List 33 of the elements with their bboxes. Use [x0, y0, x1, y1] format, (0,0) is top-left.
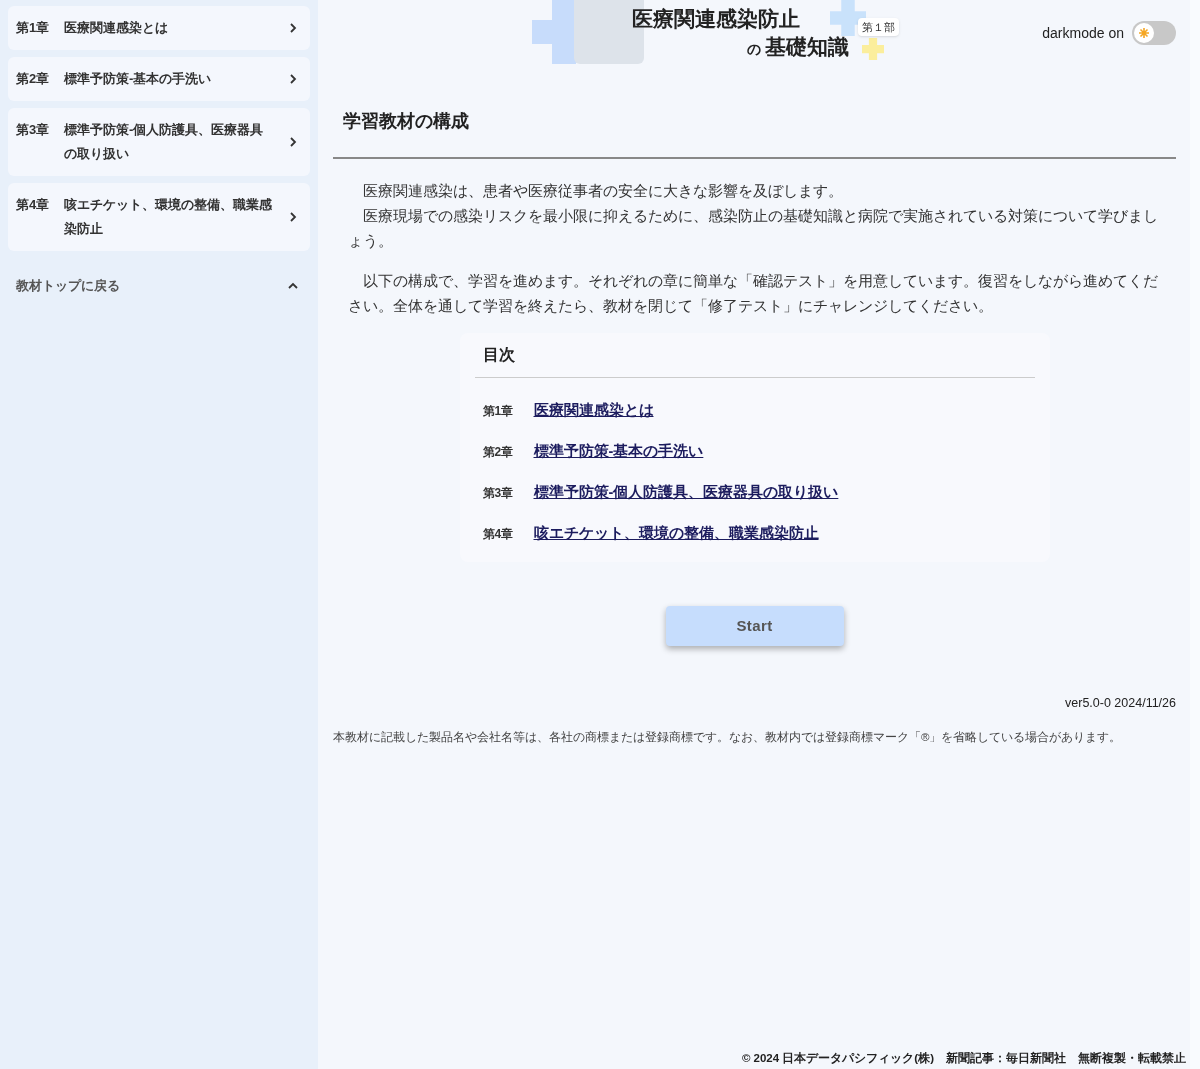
chevron-right-icon	[288, 211, 298, 223]
chapter-nav-item[interactable]: 第3章 標準予防策-個人防護具、医療器具の取り扱い	[8, 108, 310, 176]
chapter-nav-item[interactable]: 第4章 咳エチケット、環境の整備、職業感染防止	[8, 183, 310, 251]
body-paragraph: 以下の構成で、学習を進めます。それぞれの章に簡単な「確認テスト」を用意しています。復習をしながら進めてください。全体を通して学習を終えたら、教材を閉じて「修了テスト」にチャレンジしてください。	[348, 272, 1159, 316]
darkmode-toggle[interactable]	[1132, 21, 1176, 45]
back-to-top-link[interactable]: 教材トップに戻る	[8, 276, 310, 296]
toc-chapter-link[interactable]: 咳エチケット、環境の整備、職業感染防止	[533, 522, 819, 545]
start-button[interactable]: Start	[665, 606, 844, 646]
chevron-right-icon	[288, 136, 298, 148]
section-title: 学習教材の構成	[333, 108, 1176, 159]
banner-title: の 基礎知識	[746, 34, 849, 61]
toc-chapter-number: 第4章	[482, 525, 515, 543]
body-paragraph: 医療関連感染は、患者や医療従事者の安全に大きな影響を及ぼします。	[361, 182, 844, 201]
chapter-nav-item[interactable]: 第1章 医療関連感染とは	[8, 6, 310, 50]
darkmode-label: darkmode on	[1042, 23, 1124, 43]
chevron-right-icon	[288, 73, 298, 85]
part-badge: 第１部	[857, 18, 899, 36]
banner-title: 医療関連感染防止	[631, 6, 800, 32]
toc-chapter-number: 第2章	[482, 443, 515, 461]
toc-chapter-link[interactable]: 医療関連感染とは	[533, 399, 654, 422]
version-text: ver5.0-0 2024/11/26	[1064, 695, 1176, 712]
chapter-nav-item[interactable]: 第2章 標準予防策-基本の手洗い	[8, 57, 310, 101]
toc-heading: 目次	[474, 333, 1035, 378]
trademark-note: 本教材に記載した製品名や会社名等は、各社の商標または登録商標です。なお、教材内では登録商標マーク「®」を省略している場合があります。	[333, 729, 1123, 746]
body-paragraph: 医療現場での感染リスクを最小限に抑えるために、感染防止の基礎知識と病院で実施されている対策について学びましょう。	[348, 207, 1159, 251]
copyright-footer: © 2024 日本データパシフィック(株) 新聞記事：毎日新聞社 無断複製・転載禁止	[333, 1050, 1186, 1069]
cross-drawing	[861, 38, 884, 60]
sun-icon	[1138, 27, 1150, 39]
chevron-right-icon	[288, 22, 298, 34]
toc-chapter-link[interactable]: 標準予防策-個人防護具、医療器具の取り扱い	[533, 481, 839, 504]
toc-chapter-link[interactable]: 標準予防策-基本の手洗い	[533, 440, 704, 463]
toc-chapter-number: 第1章	[482, 402, 515, 420]
toc-chapter-number: 第3章	[482, 484, 515, 502]
